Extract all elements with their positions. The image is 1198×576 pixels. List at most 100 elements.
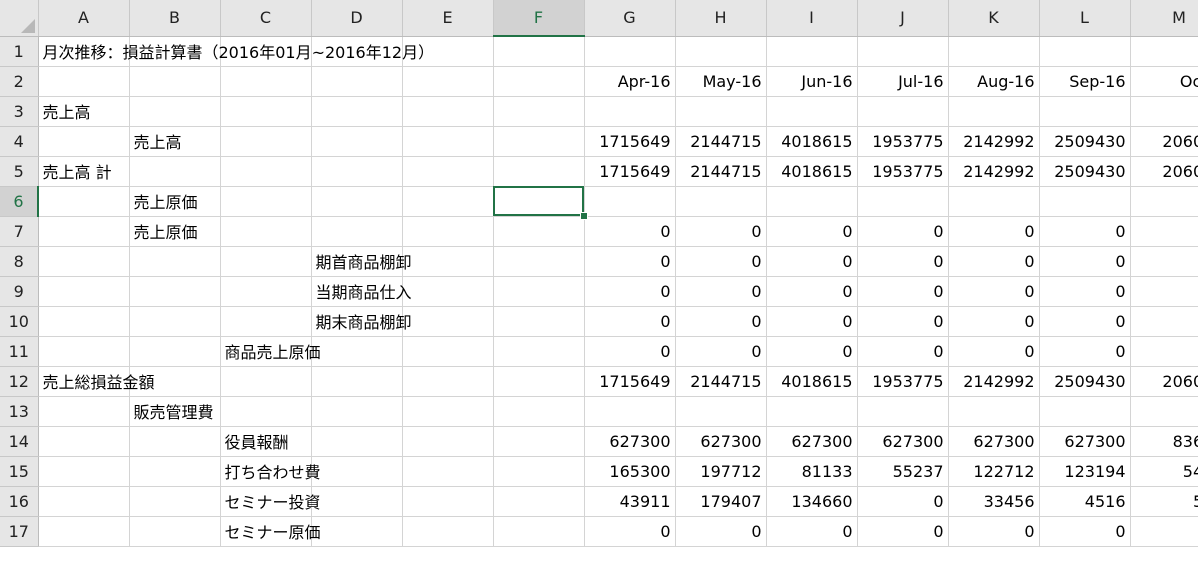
- value-cell[interactable]: 0: [584, 246, 676, 277]
- cell-col-e[interactable]: [402, 306, 494, 337]
- cell-col-c[interactable]: [220, 216, 312, 247]
- fill-handle[interactable]: [579, 211, 588, 220]
- row-header[interactable]: 9: [0, 276, 39, 307]
- value-cell[interactable]: [1130, 306, 1198, 337]
- cell-col-a[interactable]: [38, 516, 130, 547]
- value-cell[interactable]: [948, 96, 1040, 127]
- column-header-k[interactable]: K: [948, 0, 1040, 37]
- cell-col-b[interactable]: [129, 66, 221, 97]
- value-cell[interactable]: 0: [1039, 306, 1131, 337]
- cell-col-b[interactable]: [129, 96, 221, 127]
- value-cell[interactable]: [1039, 36, 1131, 67]
- cell-col-e[interactable]: [402, 486, 494, 517]
- value-cell[interactable]: 0: [766, 246, 858, 277]
- value-cell[interactable]: [1130, 246, 1198, 277]
- row-header[interactable]: 2: [0, 66, 39, 97]
- cell-col-e[interactable]: [402, 396, 494, 427]
- value-cell[interactable]: 0: [675, 216, 767, 247]
- cell-col-f[interactable]: [493, 126, 585, 157]
- value-cell[interactable]: [1130, 516, 1198, 547]
- value-cell[interactable]: [948, 396, 1040, 427]
- cell-col-b[interactable]: 売上高: [129, 126, 221, 157]
- value-cell[interactable]: 0: [857, 486, 949, 517]
- cell-col-b[interactable]: [129, 156, 221, 187]
- value-cell[interactable]: [948, 186, 1040, 217]
- column-header-d[interactable]: D: [311, 0, 403, 37]
- cell-col-a[interactable]: [38, 336, 130, 367]
- value-cell[interactable]: [766, 396, 858, 427]
- cell-col-b[interactable]: [129, 486, 221, 517]
- cell-col-b[interactable]: 販売管理費: [129, 396, 221, 427]
- value-cell[interactable]: [675, 396, 767, 427]
- cell-col-a[interactable]: [38, 396, 130, 427]
- cell-col-b[interactable]: [129, 276, 221, 307]
- value-cell[interactable]: Jun-16: [766, 66, 858, 97]
- cell-col-c[interactable]: 役員報酬: [220, 426, 312, 457]
- value-cell[interactable]: 83640: [1130, 426, 1198, 457]
- value-cell[interactable]: Oct-1: [1130, 66, 1198, 97]
- row-header[interactable]: 17: [0, 516, 39, 547]
- value-cell[interactable]: [675, 96, 767, 127]
- column-header-e[interactable]: E: [402, 0, 494, 37]
- active-cell[interactable]: [493, 186, 588, 220]
- cell-col-f[interactable]: [493, 486, 585, 517]
- value-cell[interactable]: 4516: [1039, 486, 1131, 517]
- cell-col-e[interactable]: [402, 456, 494, 487]
- value-cell[interactable]: 0: [948, 336, 1040, 367]
- value-cell[interactable]: 0: [675, 336, 767, 367]
- column-header-b[interactable]: B: [129, 0, 221, 37]
- value-cell[interactable]: [766, 96, 858, 127]
- cell-col-a[interactable]: [38, 486, 130, 517]
- row-header[interactable]: 5: [0, 156, 39, 187]
- value-cell[interactable]: Aug-16: [948, 66, 1040, 97]
- row-header[interactable]: 10: [0, 306, 39, 337]
- value-cell[interactable]: 627300: [857, 426, 949, 457]
- value-cell[interactable]: [675, 36, 767, 67]
- row-header[interactable]: 11: [0, 336, 39, 367]
- value-cell[interactable]: 2509430: [1039, 366, 1131, 397]
- cell-col-a[interactable]: [38, 66, 130, 97]
- value-cell[interactable]: 43911: [584, 486, 676, 517]
- value-cell[interactable]: 5415: [1130, 456, 1198, 487]
- value-cell[interactable]: 0: [1039, 336, 1131, 367]
- value-cell[interactable]: 0: [766, 306, 858, 337]
- value-cell[interactable]: [766, 186, 858, 217]
- column-header-a[interactable]: A: [38, 0, 130, 37]
- cell-col-b[interactable]: [129, 426, 221, 457]
- row-header[interactable]: 1: [0, 36, 39, 67]
- cell-col-f[interactable]: [493, 156, 585, 187]
- cell-col-f[interactable]: [493, 516, 585, 547]
- cell-col-e[interactable]: [402, 216, 494, 247]
- value-cell[interactable]: [1039, 96, 1131, 127]
- value-cell[interactable]: 0: [584, 276, 676, 307]
- value-cell[interactable]: Sep-16: [1039, 66, 1131, 97]
- column-header-l[interactable]: L: [1039, 0, 1131, 37]
- cell-col-a[interactable]: [38, 186, 130, 217]
- row-header[interactable]: 15: [0, 456, 39, 487]
- cell-col-e[interactable]: [402, 246, 494, 277]
- value-cell[interactable]: 1715649: [584, 366, 676, 397]
- value-cell[interactable]: [1039, 396, 1131, 427]
- column-header-m[interactable]: M: [1130, 0, 1198, 37]
- value-cell[interactable]: 0: [766, 516, 858, 547]
- value-cell[interactable]: [1130, 36, 1198, 67]
- value-cell[interactable]: 0: [584, 306, 676, 337]
- cell-col-c[interactable]: セミナー原価: [220, 516, 321, 547]
- column-header-f[interactable]: F: [493, 0, 585, 37]
- cell-col-e[interactable]: [402, 126, 494, 157]
- value-cell[interactable]: 627300: [1039, 426, 1131, 457]
- value-cell[interactable]: 0: [675, 246, 767, 277]
- row-header[interactable]: 7: [0, 216, 39, 247]
- value-cell[interactable]: [857, 396, 949, 427]
- row-header[interactable]: 6: [0, 186, 39, 217]
- column-header-c[interactable]: C: [220, 0, 312, 37]
- cell-col-f[interactable]: [493, 66, 585, 97]
- cell-col-f[interactable]: [493, 306, 585, 337]
- column-header-h[interactable]: H: [675, 0, 767, 37]
- value-cell[interactable]: [584, 396, 676, 427]
- value-cell[interactable]: [857, 186, 949, 217]
- value-cell[interactable]: 0: [948, 306, 1040, 337]
- value-cell[interactable]: [948, 36, 1040, 67]
- cell-col-c[interactable]: [220, 126, 312, 157]
- cell-col-c[interactable]: [220, 246, 312, 277]
